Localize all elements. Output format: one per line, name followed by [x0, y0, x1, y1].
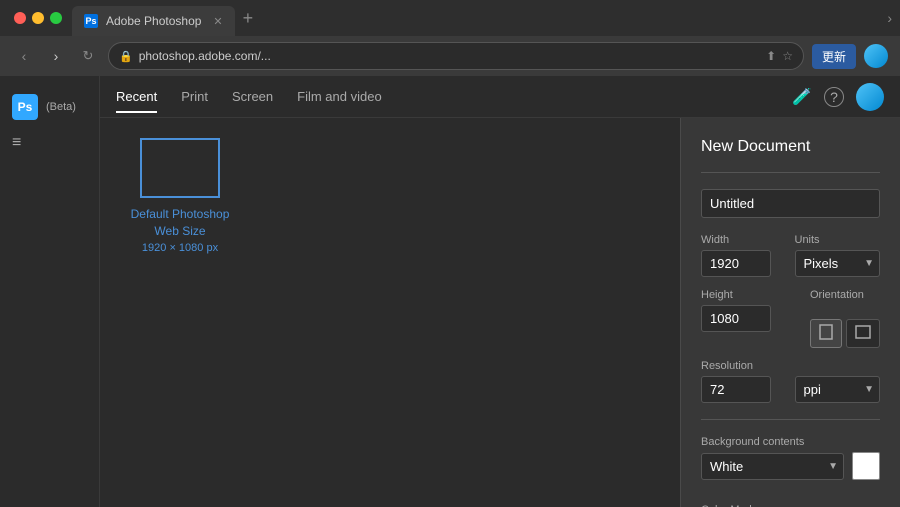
share-icon[interactable]: ⬆: [766, 49, 776, 63]
user-avatar[interactable]: [864, 44, 888, 68]
width-units-row: Width Units Pixels Inches Centimeters Mi…: [701, 234, 880, 277]
tab-screen[interactable]: Screen: [232, 81, 273, 112]
tab-close-icon[interactable]: ✕: [213, 15, 222, 28]
height-group: Height: [701, 289, 802, 348]
resolution-label: Resolution: [701, 360, 787, 372]
url-actions: ⬆ ☆: [766, 49, 793, 63]
top-bar-icons: 🧪 ?: [792, 83, 884, 111]
tab-film-video[interactable]: Film and video: [297, 81, 382, 112]
bg-separator: [701, 419, 880, 420]
browser-chrome: Ps Adobe Photoshop ✕ + › ‹ › ↻ 🔒 photosh…: [0, 0, 900, 76]
close-traffic-light[interactable]: [14, 12, 26, 24]
landscape-button[interactable]: [846, 319, 880, 348]
lock-icon: 🔒: [119, 50, 133, 63]
landscape-icon: [855, 325, 871, 339]
app-area: Ps (Beta) ≡ Recent Print Screen Film and…: [0, 76, 900, 507]
units-select[interactable]: Pixels Inches Centimeters Millimeters: [795, 250, 881, 277]
help-icon[interactable]: ?: [824, 87, 844, 107]
resolution-unit-select-wrapper: ppi ppcm ▼: [795, 376, 881, 403]
new-tab-button[interactable]: +: [243, 8, 254, 29]
document-area: Default Photoshop Web Size 1920 × 1080 p…: [100, 118, 900, 507]
tab-title-text: Adobe Photoshop: [106, 14, 201, 28]
portrait-icon: [819, 324, 833, 340]
resolution-unit-select[interactable]: ppi ppcm: [795, 376, 881, 403]
recent-panel: Default Photoshop Web Size 1920 × 1080 p…: [100, 118, 680, 507]
hamburger-menu-button[interactable]: ≡: [0, 128, 99, 158]
portrait-button[interactable]: [810, 319, 842, 348]
back-button[interactable]: ‹: [12, 48, 36, 64]
ps-logo-area: Ps (Beta): [0, 86, 99, 128]
panel-title: New Document: [701, 138, 880, 156]
update-button[interactable]: 更新: [812, 44, 856, 69]
main-content: Recent Print Screen Film and video 🧪 ?: [100, 76, 900, 507]
recent-file-item[interactable]: Default Photoshop Web Size 1920 × 1080 p…: [120, 138, 240, 254]
left-sidebar: Ps (Beta) ≡: [0, 76, 100, 507]
forward-button[interactable]: ›: [44, 48, 68, 64]
tab-favicon: Ps: [84, 14, 98, 28]
document-name-input[interactable]: [701, 189, 880, 218]
flask-icon[interactable]: 🧪: [792, 87, 812, 107]
tab-recent[interactable]: Recent: [116, 81, 157, 112]
bg-contents-group: Background contents White Black Backgrou…: [701, 436, 880, 492]
height-orientation-row: Height Orientation: [701, 289, 880, 348]
orientation-label: Orientation: [810, 289, 880, 301]
resolution-unit-label: .: [795, 360, 881, 372]
bg-content-row: White Black Background Color Foreground …: [701, 452, 880, 480]
tab-more-icon[interactable]: ›: [887, 10, 892, 26]
orientation-buttons: [810, 319, 880, 348]
beta-label: (Beta): [46, 101, 76, 113]
units-group: Units Pixels Inches Centimeters Millimet…: [795, 234, 881, 277]
content-tabs: Recent Print Screen Film and video 🧪 ?: [100, 76, 900, 118]
new-document-panel: New Document Width Units Pixels: [680, 118, 900, 507]
tab-print[interactable]: Print: [181, 81, 208, 112]
reload-button[interactable]: ↻: [76, 48, 100, 64]
file-dimensions-label: 1920 × 1080 px: [142, 242, 218, 254]
file-name-label: Default Photoshop Web Size: [120, 206, 240, 240]
width-group: Width: [701, 234, 787, 277]
resolution-group: Resolution: [701, 360, 787, 403]
bg-contents-label: Background contents: [701, 436, 880, 448]
minimize-traffic-light[interactable]: [32, 12, 44, 24]
height-input[interactable]: [701, 305, 771, 332]
bookmark-icon[interactable]: ☆: [782, 49, 793, 63]
bg-select-wrapper: White Black Background Color Foreground …: [701, 453, 844, 480]
bg-contents-select[interactable]: White Black Background Color Foreground …: [701, 453, 844, 480]
units-select-wrapper: Pixels Inches Centimeters Millimeters ▼: [795, 250, 881, 277]
url-text: photoshop.adobe.com/...: [139, 49, 760, 63]
resolution-input[interactable]: [701, 376, 771, 403]
bg-color-swatch[interactable]: [852, 452, 880, 480]
url-bar[interactable]: 🔒 photoshop.adobe.com/... ⬆ ☆: [108, 42, 804, 70]
browser-tab[interactable]: Ps Adobe Photoshop ✕: [72, 6, 235, 36]
units-label: Units: [795, 234, 881, 246]
file-thumbnail: [140, 138, 220, 198]
resolution-unit-group: . ppi ppcm ▼: [795, 360, 881, 403]
panel-separator: [701, 172, 880, 173]
traffic-lights: [8, 12, 68, 24]
ps-logo-icon: Ps: [12, 94, 38, 120]
app-user-avatar[interactable]: [856, 83, 884, 111]
orientation-group: Orientation: [810, 289, 880, 348]
resolution-row: Resolution . ppi ppcm ▼: [701, 360, 880, 403]
width-input[interactable]: [701, 250, 771, 277]
width-label: Width: [701, 234, 787, 246]
tab-bar: Ps Adobe Photoshop ✕ + ›: [0, 0, 900, 36]
address-bar: ‹ › ↻ 🔒 photoshop.adobe.com/... ⬆ ☆ 更新: [0, 36, 900, 76]
height-label: Height: [701, 289, 802, 301]
maximize-traffic-light[interactable]: [50, 12, 62, 24]
